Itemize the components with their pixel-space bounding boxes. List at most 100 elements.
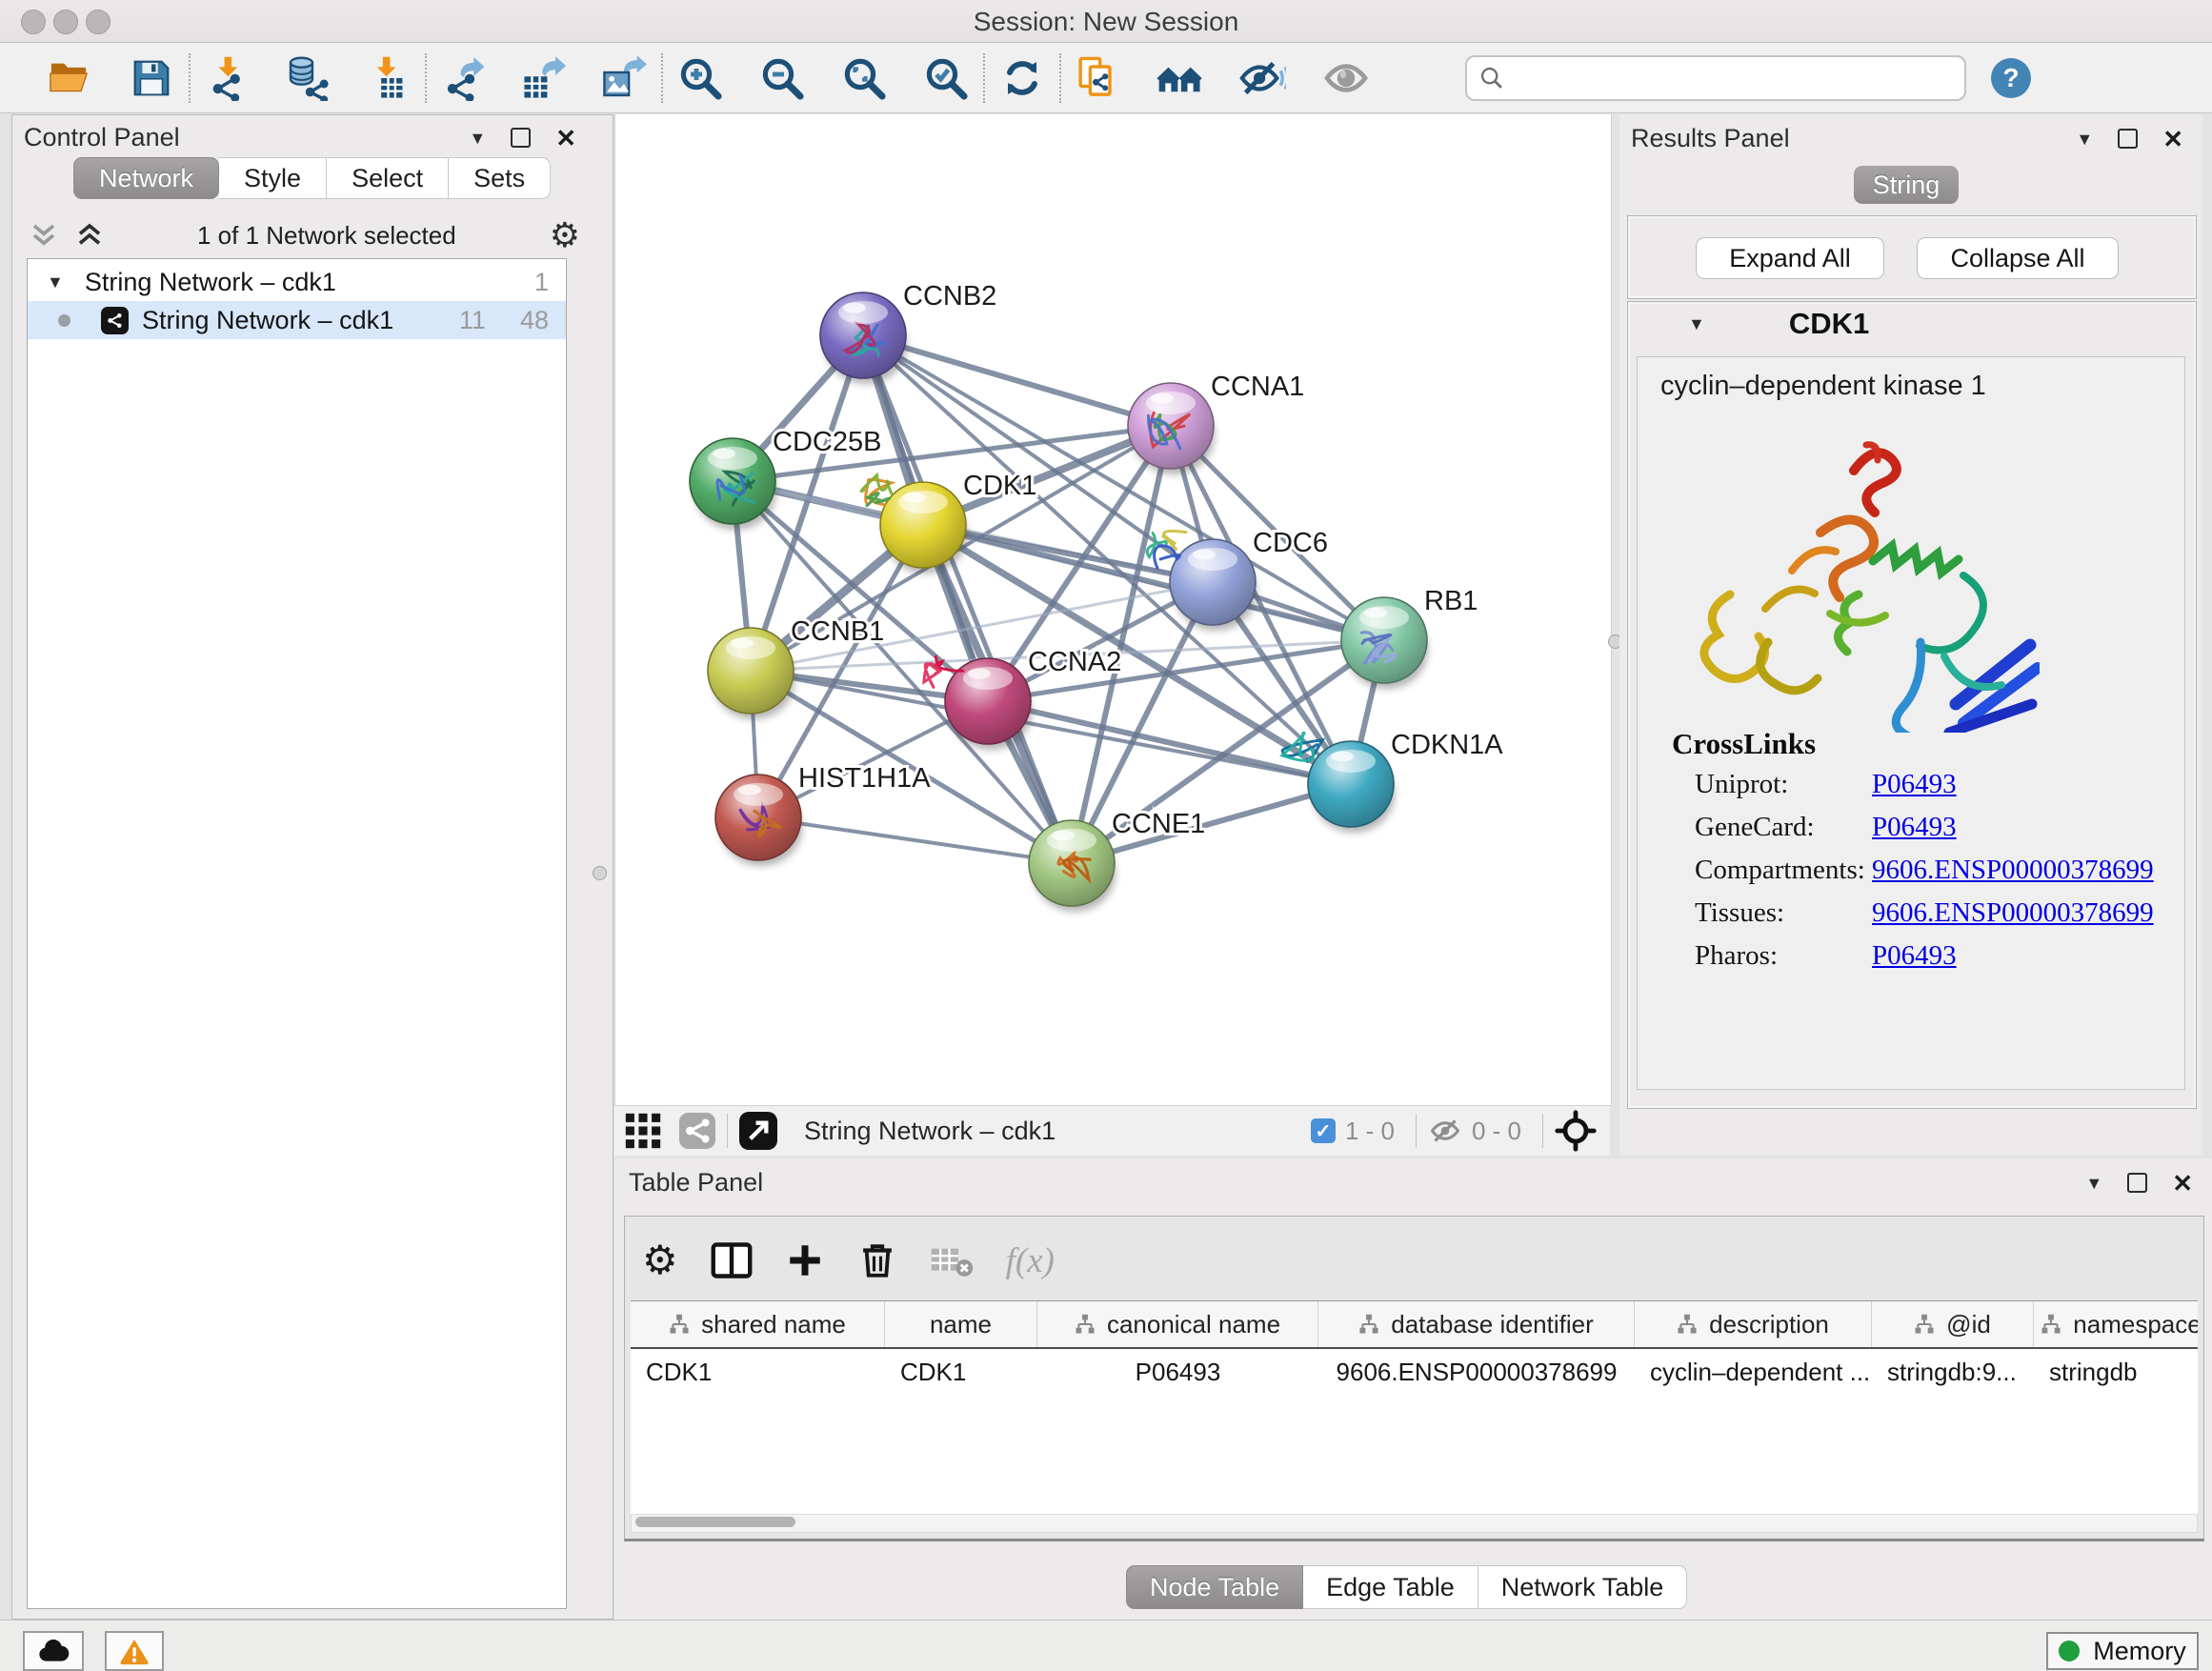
table-panel-float-icon[interactable] <box>2127 1173 2147 1193</box>
add-column-icon[interactable] <box>785 1240 825 1280</box>
network-overview-icon[interactable] <box>679 1113 715 1149</box>
crosslink-link[interactable]: P06493 <box>1872 940 1957 982</box>
tab-sets[interactable]: Sets <box>449 157 551 199</box>
tab-select[interactable]: Select <box>327 157 449 199</box>
zoom-out-icon[interactable] <box>754 51 810 105</box>
import-network-icon[interactable] <box>200 51 255 105</box>
entry-expander-icon[interactable]: ▼ <box>1688 315 1705 332</box>
tab-style[interactable]: Style <box>219 157 327 199</box>
control-panel-menu-icon[interactable]: ▼ <box>469 130 486 147</box>
network-graph[interactable]: CCNB2CCNA1CDC25BCDK1CDC6RB1CCNB1CCNA2CDK… <box>615 114 1611 1105</box>
status-bar: Memory <box>0 1620 2212 1671</box>
column-header--id[interactable]: @id <box>1872 1301 2034 1347</box>
edge-HIST1H1A-CCNE1[interactable] <box>758 817 1072 863</box>
collection-expander-icon[interactable]: ▼ <box>47 273 64 291</box>
node-CCNE1[interactable]: CCNE1 <box>1029 809 1205 912</box>
open-session-icon[interactable] <box>42 51 97 105</box>
left-splitter-handle[interactable] <box>593 866 607 880</box>
crosslink-link[interactable]: P06493 <box>1872 769 1957 811</box>
tab-node-table[interactable]: Node Table <box>1126 1565 1303 1609</box>
network-canvas[interactable]: CCNB2CCNA1CDC25BCDK1CDC6RB1CCNB1CCNA2CDK… <box>614 114 1612 1105</box>
show-panel-eye-icon[interactable] <box>1318 51 1374 105</box>
refresh-icon[interactable] <box>995 51 1050 105</box>
control-panel-close-icon[interactable]: ✕ <box>555 126 576 151</box>
collapse-all-button[interactable]: Collapse All <box>1917 237 2119 279</box>
birds-eye-grid-icon[interactable] <box>624 1112 662 1150</box>
node-CDC6[interactable]: CDC6 <box>1147 528 1328 631</box>
crosslink-label: Uniprot: <box>1695 769 1872 811</box>
table-cell[interactable]: P06493 <box>1037 1349 1318 1395</box>
tab-network[interactable]: Network <box>73 157 219 199</box>
table-panel-menu-icon[interactable]: ▼ <box>2085 1175 2102 1192</box>
table-cell[interactable]: stringdb <box>2034 1349 2198 1395</box>
column-header-shared-name[interactable]: shared name <box>631 1301 885 1347</box>
cloud-button[interactable] <box>23 1631 84 1671</box>
delete-column-trash-icon[interactable] <box>857 1240 897 1280</box>
tab-string[interactable]: String <box>1854 166 1959 204</box>
results-panel-close-icon[interactable]: ✕ <box>2162 127 2183 151</box>
control-panel-float-icon[interactable] <box>511 128 531 148</box>
node-CDKN1A[interactable]: CDKN1A <box>1282 730 1503 833</box>
memory-button[interactable]: Memory <box>2046 1632 2199 1670</box>
export-image-icon[interactable] <box>596 51 652 105</box>
shared-column-icon <box>669 1314 690 1335</box>
horizontal-scrollbar[interactable] <box>631 1514 2198 1533</box>
network-options-gear-icon[interactable]: ⚙ <box>550 218 580 252</box>
pan-crosshair-icon[interactable] <box>1555 1110 1597 1152</box>
zoom-fit-icon[interactable] <box>836 51 892 105</box>
export-network-icon[interactable] <box>436 51 492 105</box>
scrollbar-thumb[interactable] <box>635 1517 795 1527</box>
edge-CCNB2-CCNA1[interactable] <box>863 335 1171 426</box>
footer-separator <box>1416 1114 1417 1148</box>
column-header-description[interactable]: description <box>1635 1301 1872 1347</box>
network-row-selected[interactable]: String Network – cdk1 11 48 <box>28 301 566 339</box>
results-panel: Results Panel ▼ ✕ String Expand All Coll… <box>1619 114 2202 1155</box>
table-cell[interactable]: CDK1 <box>631 1349 885 1395</box>
table-cell[interactable]: cyclin–dependent ... <box>1635 1349 1872 1395</box>
node-HIST1H1A[interactable]: HIST1H1A <box>715 763 931 866</box>
hide-panel-eye-icon[interactable] <box>1235 51 1290 105</box>
search-icon <box>1478 65 1505 91</box>
search-input[interactable] <box>1515 62 1953 93</box>
column-header-canonical-name[interactable]: canonical name <box>1037 1301 1318 1347</box>
expand-all-icon[interactable] <box>75 221 104 250</box>
node-CCNA1[interactable]: CCNA1 <box>1128 372 1304 474</box>
clone-network-icon[interactable] <box>1071 51 1126 105</box>
column-header-database-identifier[interactable]: database identifier <box>1318 1301 1635 1347</box>
help-button[interactable]: ? <box>1991 58 2031 98</box>
crosslink-link[interactable]: 9606.ENSP00000378699 <box>1872 897 2154 939</box>
results-panel-menu-icon[interactable]: ▼ <box>2076 131 2093 148</box>
crosslink-label: Pharos: <box>1695 940 1872 982</box>
open-in-new-window-icon[interactable] <box>739 1112 777 1150</box>
results-panel-float-icon[interactable] <box>2118 129 2138 149</box>
tab-network-table[interactable]: Network Table <box>1478 1565 1688 1609</box>
expand-all-button[interactable]: Expand All <box>1696 237 1884 279</box>
tab-edge-table[interactable]: Edge Table <box>1303 1565 1478 1609</box>
column-header-namespace[interactable]: namespace <box>2034 1301 2198 1347</box>
table-cell[interactable]: stringdb:9... <box>1872 1349 2034 1395</box>
string-home-icon[interactable] <box>1153 51 1208 105</box>
table-settings-gear-icon[interactable]: ⚙ <box>642 1240 678 1280</box>
table-panel-close-icon[interactable]: ✕ <box>2172 1171 2193 1196</box>
column-header-name[interactable]: name <box>885 1301 1037 1347</box>
node-RB1[interactable]: RB1 <box>1341 586 1478 689</box>
warnings-button[interactable] <box>105 1631 164 1671</box>
selected-items-checkbox[interactable]: ✓ <box>1311 1118 1336 1143</box>
collapse-all-icon[interactable] <box>30 221 58 250</box>
import-database-icon[interactable] <box>280 51 335 105</box>
table-cell[interactable]: CDK1 <box>885 1349 1037 1395</box>
network-collection-row[interactable]: ▼ String Network – cdk1 1 <box>28 263 566 301</box>
export-table-icon[interactable] <box>516 51 572 105</box>
show-columns-icon[interactable] <box>711 1239 753 1281</box>
svg-text:HIST1H1A: HIST1H1A <box>798 763 931 794</box>
table-cell[interactable]: 9606.ENSP00000378699 <box>1318 1349 1635 1395</box>
crosslink-link[interactable]: P06493 <box>1872 812 1957 854</box>
zoom-in-icon[interactable] <box>673 51 728 105</box>
save-session-icon[interactable] <box>124 51 179 105</box>
crosslink-link[interactable]: 9606.ENSP00000378699 <box>1872 855 2154 896</box>
table-row[interactable]: CDK1CDK1P064939606.ENSP00000378699cyclin… <box>631 1349 2198 1395</box>
node-CDC25B[interactable]: CDC25B <box>690 427 881 530</box>
hidden-items-eye-icon[interactable] <box>1428 1114 1462 1148</box>
import-table-icon[interactable] <box>360 51 415 105</box>
zoom-selected-icon[interactable] <box>918 51 974 105</box>
